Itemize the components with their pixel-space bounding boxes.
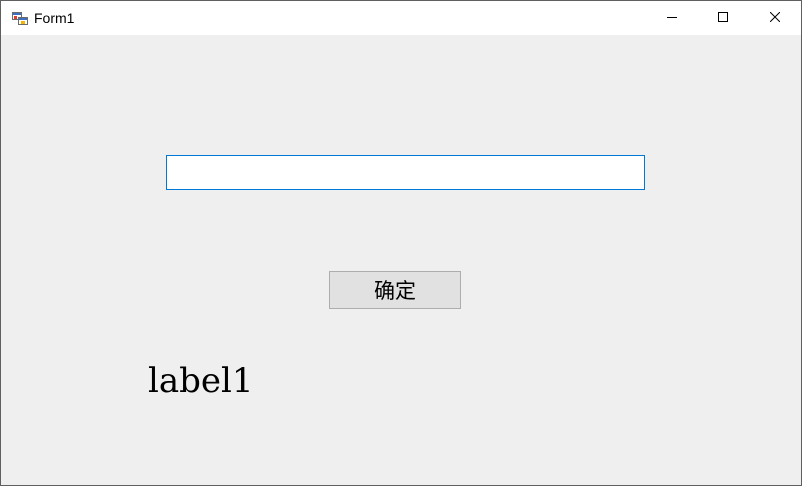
title-bar[interactable]: Form1 <box>1 1 801 35</box>
window-title: Form1 <box>34 10 75 26</box>
minimize-button[interactable] <box>649 1 695 35</box>
close-button[interactable] <box>752 1 798 35</box>
form1-window: Form1 确定 label1 <box>0 0 802 486</box>
close-icon <box>769 9 781 27</box>
minimize-icon <box>667 9 677 27</box>
ok-button[interactable]: 确定 <box>329 271 461 309</box>
text-input[interactable] <box>166 155 645 190</box>
form-client-area: 确定 label1 <box>1 35 801 485</box>
maximize-icon <box>718 9 728 27</box>
label1: label1 <box>148 361 254 401</box>
winforms-app-icon <box>12 10 28 26</box>
maximize-button[interactable] <box>700 1 746 35</box>
